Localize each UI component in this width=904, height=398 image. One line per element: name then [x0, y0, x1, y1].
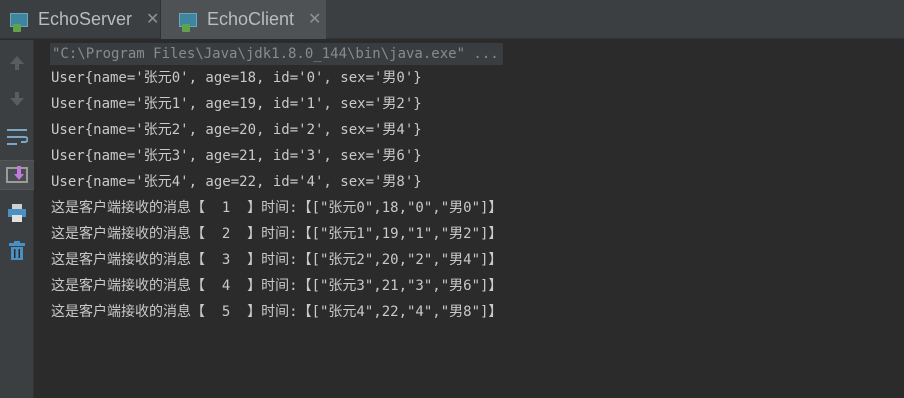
tab-echoserver[interactable]: EchoServer ✕ — [0, 0, 160, 39]
tab-label: EchoClient — [207, 9, 295, 29]
tab-echoclient[interactable]: EchoClient ✕ — [160, 0, 326, 39]
down-arrow-icon[interactable] — [0, 86, 34, 112]
console-line: User{name='张元4', age=22, id='4', sex='男8… — [51, 174, 422, 190]
close-icon[interactable]: ✕ — [146, 11, 159, 28]
close-icon[interactable]: ✕ — [308, 11, 321, 28]
command-line: "C:\Program Files\Java\jdk1.8.0_144\bin\… — [50, 43, 503, 65]
soft-wrap-icon[interactable] — [0, 124, 34, 150]
console-line: 这是客户端接收的消息【 4 】时间:【["张元3",21,"3","男6"]】 — [51, 278, 503, 294]
trash-icon[interactable] — [0, 238, 34, 264]
console-output[interactable]: "C:\Program Files\Java\jdk1.8.0_144\bin\… — [35, 40, 904, 398]
java-app-icon — [179, 12, 197, 32]
console-line: 这是客户端接收的消息【 2 】时间:【["张元1",19,"1","男2"]】 — [51, 226, 503, 242]
console-line: User{name='张元1', age=19, id='1', sex='男2… — [51, 96, 422, 112]
tab-label: EchoServer — [38, 9, 133, 29]
console-line: 这是客户端接收的消息【 5 】时间:【["张元4",22,"4","男8"]】 — [51, 304, 503, 320]
console-line: User{name='张元2', age=20, id='2', sex='男4… — [51, 122, 422, 138]
console-line: 这是客户端接收的消息【 1 】时间:【["张元0",18,"0","男0"]】 — [51, 200, 503, 216]
tab-bar: EchoServer ✕ EchoClient ✕ — [0, 0, 904, 39]
console-line: 这是客户端接收的消息【 3 】时间:【["张元2",20,"2","男4"]】 — [51, 252, 503, 268]
console-line: User{name='张元0', age=18, id='0', sex='男0… — [51, 70, 422, 86]
scroll-to-end-icon[interactable] — [0, 160, 34, 190]
up-arrow-icon[interactable] — [0, 50, 34, 76]
console-line: User{name='张元3', age=21, id='3', sex='男6… — [51, 148, 422, 164]
print-icon[interactable] — [0, 200, 34, 226]
console-toolbar — [0, 40, 34, 398]
java-app-icon — [10, 12, 28, 32]
